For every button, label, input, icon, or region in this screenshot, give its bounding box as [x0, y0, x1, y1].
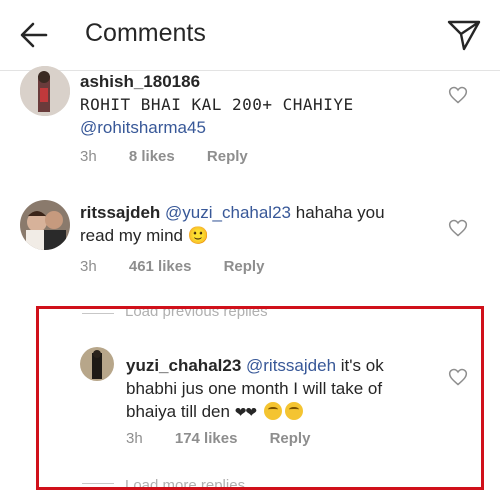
- comment-likes[interactable]: 8 likes: [129, 148, 175, 165]
- comment-meta: 3h 461 likes Reply: [80, 258, 292, 275]
- top-bar: Comments: [0, 0, 500, 71]
- highlight-box: [36, 306, 484, 490]
- heart-outline-icon[interactable]: [448, 218, 468, 238]
- comment-username[interactable]: ashish_180186: [80, 70, 420, 93]
- comment-username[interactable]: ritssajdeh: [80, 203, 160, 222]
- avatar[interactable]: [20, 66, 70, 116]
- comment-meta: 3h 8 likes Reply: [80, 148, 276, 165]
- heart-outline-icon[interactable]: [448, 85, 468, 105]
- back-arrow-icon[interactable]: [20, 21, 48, 49]
- comment-body: ritssajdeh @yuzi_chahal23 hahaha you rea…: [80, 201, 420, 247]
- comment-mention[interactable]: @rohitsharma45: [80, 116, 420, 139]
- comment-time: 3h: [80, 148, 97, 165]
- paper-plane-icon[interactable]: [447, 19, 481, 51]
- avatar[interactable]: [20, 200, 70, 250]
- comment-mention[interactable]: @yuzi_chahal23: [165, 203, 291, 222]
- page-title: Comments: [85, 19, 206, 47]
- comment-text: ROHIT BHAI KAL 200+ CHAHIYE: [80, 95, 354, 114]
- comment-body: ashish_180186 ROHIT BHAI KAL 200+ CHAHIY…: [80, 70, 420, 139]
- comment-time: 3h: [80, 258, 97, 275]
- comment-likes[interactable]: 461 likes: [129, 258, 192, 275]
- reply-button[interactable]: Reply: [224, 258, 265, 275]
- reply-button[interactable]: Reply: [207, 148, 248, 165]
